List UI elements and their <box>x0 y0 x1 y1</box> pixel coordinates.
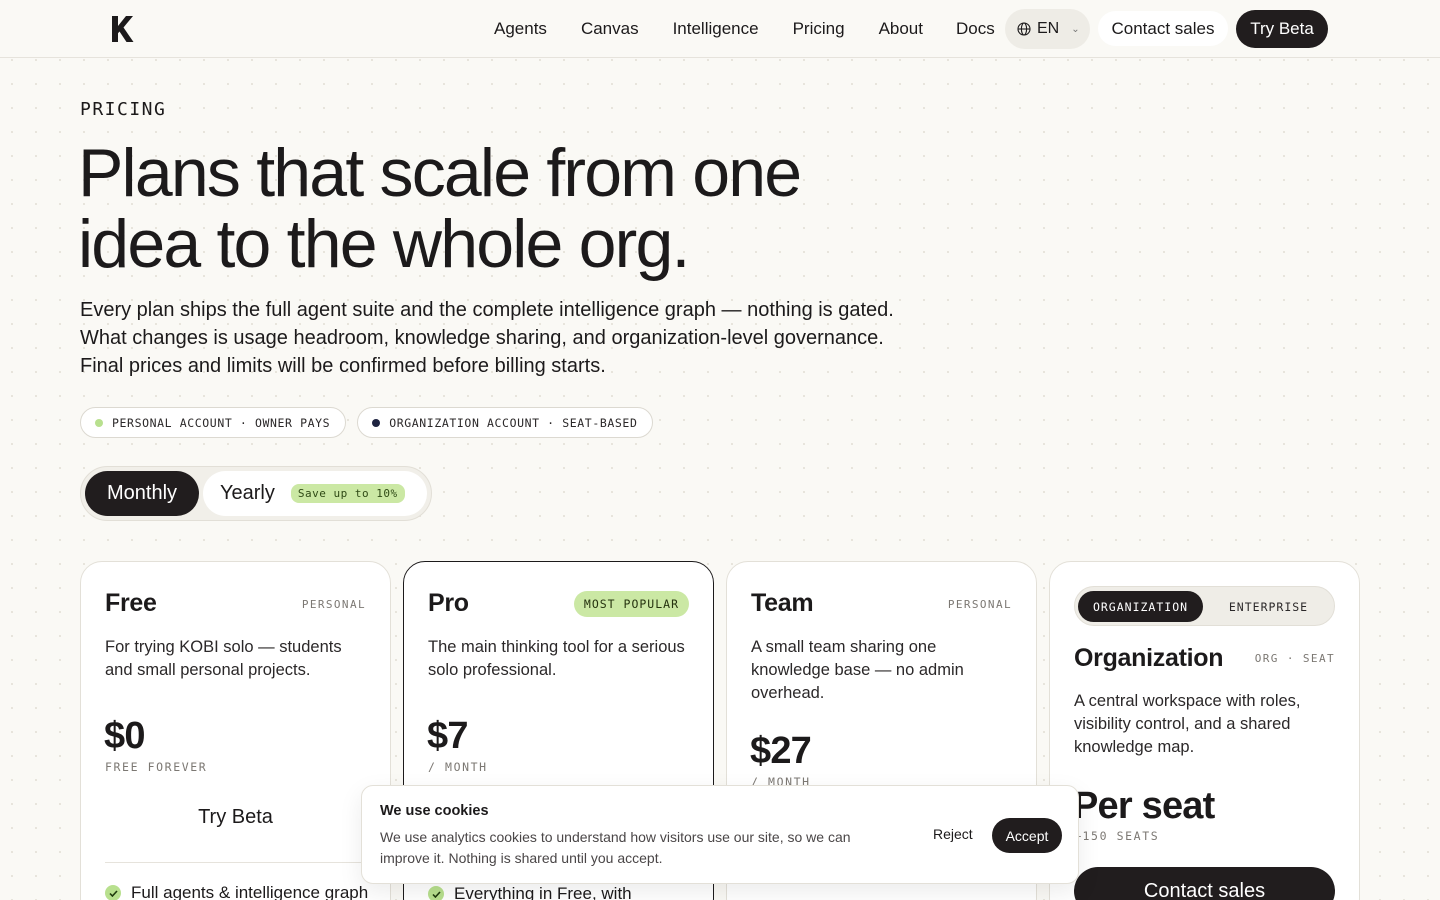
plan-tag: PERSONAL <box>947 598 1012 611</box>
plan-name: Free <box>105 589 157 617</box>
try-beta-button[interactable]: Try Beta <box>1236 10 1328 48</box>
plan-name: Team <box>751 589 814 617</box>
nav-link-about[interactable]: About <box>879 19 923 39</box>
page-lead: Every plan ships the full agent suite an… <box>80 296 940 380</box>
kobi-logo-icon[interactable] <box>110 15 134 43</box>
nav-link-agents[interactable]: Agents <box>494 19 547 39</box>
plan-tag: ORG · SEAT <box>1254 652 1335 665</box>
nav-link-docs[interactable]: Docs <box>956 19 995 39</box>
page-eyebrow: PRICING <box>80 99 167 120</box>
personal-account-pill: PERSONAL ACCOUNT · OWNER PAYS <box>80 407 347 438</box>
page-title: Plans that scale from one idea to the wh… <box>78 138 938 280</box>
plan-price: Per seat <box>1073 785 1215 827</box>
language-selector[interactable]: EN ⌄ <box>1005 9 1090 49</box>
language-label: EN <box>1037 20 1060 37</box>
nav-link-canvas[interactable]: Canvas <box>581 19 639 39</box>
plan-price-sub: / MONTH <box>428 760 488 774</box>
feature-label: Everything in Free, with <box>454 884 632 900</box>
plan-name: Pro <box>428 589 469 617</box>
tab-organization[interactable]: ORGANIZATION <box>1078 591 1203 622</box>
plan-price: $0 <box>104 715 145 757</box>
contact-sales-plan-button[interactable]: Contact sales <box>1074 867 1335 900</box>
plan-price-sub: FREE FOREVER <box>105 760 208 774</box>
contact-sales-button[interactable]: Contact sales <box>1098 11 1228 46</box>
navy-dot-icon <box>372 418 381 427</box>
nav-link-intelligence[interactable]: Intelligence <box>673 19 759 39</box>
page-title-line-2: idea to the whole org. <box>78 206 690 282</box>
plan-description: A small team sharing one knowledge base … <box>751 638 964 702</box>
feature-item: Everything in Free, with <box>428 884 632 900</box>
organization-account-label: ORGANIZATION ACCOUNT · SEAT-BASED <box>389 415 638 430</box>
plan-card-organization: ORGANIZATION ENTERPRISE Organization ORG… <box>1049 561 1360 900</box>
reject-button[interactable]: Reject <box>933 826 973 842</box>
save-badge: Save up to 10% <box>290 484 405 503</box>
yearly-label: Yearly <box>220 482 275 504</box>
page-title-line-1: Plans that scale from one <box>78 135 802 211</box>
chevron-down-icon: ⌄ <box>1071 23 1080 35</box>
try-beta-plan-button[interactable]: Try Beta <box>105 794 366 840</box>
cookie-title: We use cookies <box>380 803 489 819</box>
personal-account-label: PERSONAL ACCOUNT · OWNER PAYS <box>112 415 331 430</box>
plan-tag: PERSONAL <box>301 598 366 611</box>
globe-icon <box>1017 22 1031 36</box>
organization-account-pill: ORGANIZATION ACCOUNT · SEAT-BASED <box>357 407 654 438</box>
cookie-banner: We use cookies We use analytics cookies … <box>361 785 1079 884</box>
feature-label: Full agents & intelligence graph <box>131 883 369 900</box>
plan-description: A central workspace with roles, visibili… <box>1074 692 1301 756</box>
plan-name: Organization <box>1074 644 1224 672</box>
lead-line-1: Every plan ships the full agent suite an… <box>80 299 894 321</box>
lead-line-3: Final prices and limits will be confirme… <box>80 355 606 377</box>
monthly-toggle[interactable]: Monthly <box>85 471 199 516</box>
tab-enterprise[interactable]: ENTERPRISE <box>1206 591 1331 622</box>
top-nav: Agents Canvas Intelligence Pricing About… <box>0 0 1440 58</box>
plan-price-sub: –150 SEATS <box>1074 829 1160 843</box>
org-plan-tabs: ORGANIZATION ENTERPRISE <box>1074 586 1335 626</box>
accept-button[interactable]: Accept <box>992 818 1062 853</box>
nav-links: Agents Canvas Intelligence Pricing About… <box>494 19 995 39</box>
divider <box>105 862 366 863</box>
plan-card-free: Free PERSONAL For trying KOBI solo — stu… <box>80 561 391 900</box>
nav-link-pricing[interactable]: Pricing <box>793 19 845 39</box>
plan-price: $7 <box>427 715 468 757</box>
plan-description: For trying KOBI solo — students and smal… <box>105 638 342 679</box>
plan-price: $27 <box>750 730 812 772</box>
account-type-pills: PERSONAL ACCOUNT · OWNER PAYS ORGANIZATI… <box>80 407 654 438</box>
yearly-toggle[interactable]: Yearly Save up to 10% <box>203 471 427 516</box>
feature-item: Full agents & intelligence graph <box>105 883 368 900</box>
lead-line-2: What changes is usage headroom, knowledg… <box>80 327 884 349</box>
cookie-text: We use analytics cookies to understand h… <box>380 829 851 866</box>
green-dot-icon <box>95 418 103 427</box>
billing-toggle: Monthly Yearly Save up to 10% <box>80 466 432 521</box>
most-popular-badge: MOST POPULAR <box>573 591 689 617</box>
plan-description: The main thinking tool for a serious sol… <box>428 638 685 679</box>
check-icon <box>428 886 444 900</box>
check-icon <box>105 885 121 900</box>
